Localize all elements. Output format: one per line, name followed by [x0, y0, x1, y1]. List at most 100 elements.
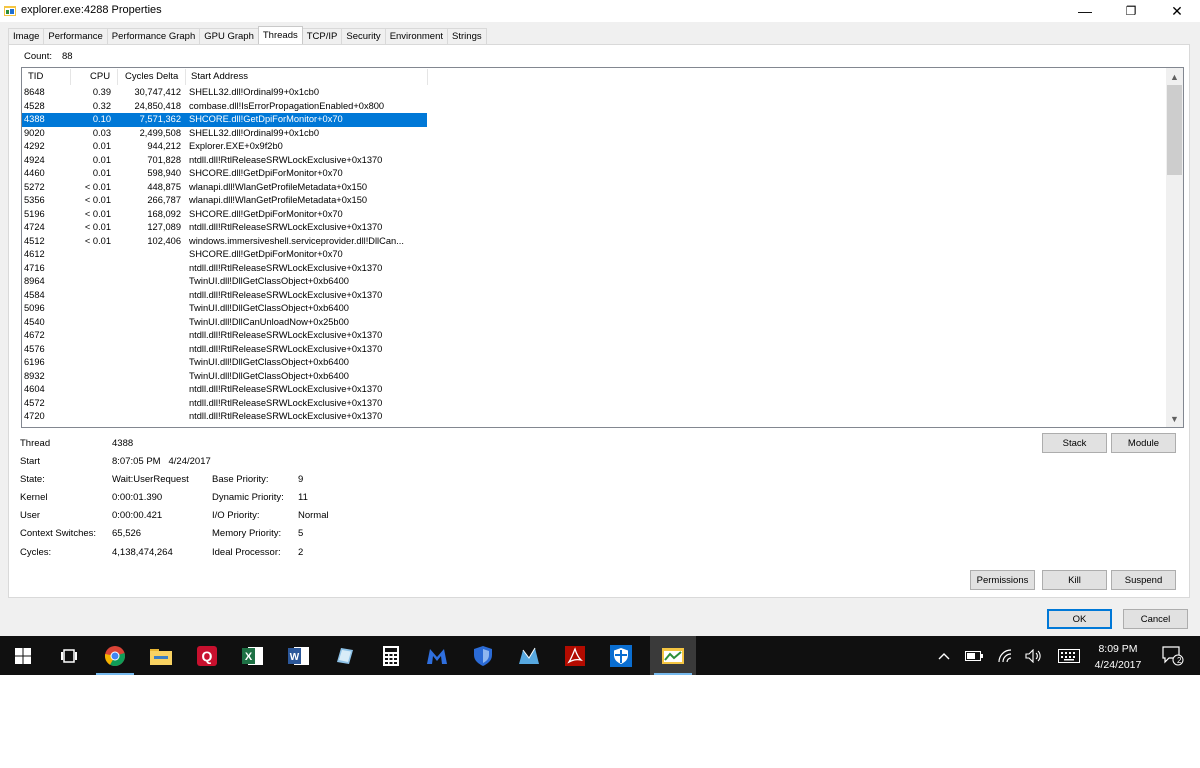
- column-divider[interactable]: [185, 69, 186, 85]
- volume-icon[interactable]: [1022, 636, 1046, 675]
- table-row[interactable]: 4528 0.32 24,850,418 combase.dll!IsErrorPro…: [22, 100, 427, 114]
- table-row[interactable]: 5096 TwinUI.dll!DllGetClassObject+0xb6400: [22, 302, 427, 316]
- process-explorer-icon[interactable]: [650, 636, 696, 675]
- cell-start-address: SHCORE.dll!GetDpiForMonitor+0x70: [189, 208, 343, 219]
- table-row[interactable]: 4460 0.01 598,940 SHCORE.dll!GetDpiForMonit…: [22, 167, 427, 181]
- kernel-value: 0:00:01.390: [112, 492, 163, 503]
- table-row[interactable]: 4716 ntdll.dll!RtlReleaseSRWLockExclusive…: [22, 262, 427, 276]
- tab-environment[interactable]: Environment: [384, 28, 449, 44]
- table-row[interactable]: 4512 < 0.01 102,406 windows.immersiveshell.…: [22, 235, 427, 249]
- tab-performance-graph[interactable]: Performance Graph: [106, 28, 201, 44]
- excel-icon[interactable]: X: [230, 636, 276, 675]
- table-row[interactable]: 5196 < 0.01 168,092 SHCORE.dll!GetDpiForMon…: [22, 208, 427, 222]
- cell-tid: 5196: [24, 208, 45, 219]
- cell-start-address: ntdll.dll!RtlReleaseSRWLockExclusive+0x1…: [189, 330, 383, 340]
- tab-security[interactable]: Security: [341, 28, 386, 44]
- cell-cycles-delta: 2,499,508: [139, 127, 181, 138]
- table-row[interactable]: 4292 0.01 944,212 Explorer.EXE+0x9f2b0: [22, 140, 427, 154]
- table-row[interactable]: 4924 0.01 701,828 ntdll.dll!RtlReleaseSRWLo…: [22, 154, 427, 168]
- file-explorer-icon[interactable]: [138, 636, 184, 675]
- tab-strings[interactable]: Strings: [447, 28, 487, 44]
- cell-tid: 4292: [24, 141, 45, 151]
- start-value: 8:07:05 PM 4/24/2017: [112, 456, 211, 467]
- calculator-icon[interactable]: [368, 636, 414, 675]
- table-row[interactable]: 4584 ntdll.dll!RtlReleaseSRWLockExclusive…: [22, 289, 427, 303]
- table-row[interactable]: 6196 TwinUI.dll!DllGetClassObject+0xb6400: [22, 356, 427, 370]
- tab-image[interactable]: Image: [8, 28, 45, 44]
- suspend-button[interactable]: Suspend: [1111, 570, 1176, 590]
- scrollbar-thumb[interactable]: [1167, 85, 1182, 175]
- module-button[interactable]: Module: [1111, 433, 1176, 453]
- minimize-button[interactable]: —: [1062, 0, 1108, 22]
- cell-start-address: TwinUI.dll!DllGetClassObject+0xb6400: [189, 276, 349, 286]
- quicken-icon[interactable]: Q: [184, 636, 230, 675]
- table-row[interactable]: 5356 < 0.01 266,787 wlanapi.dll!WlanGetProf…: [22, 194, 427, 208]
- table-row[interactable]: 4576 ntdll.dll!RtlReleaseSRWLockExclusive…: [22, 343, 427, 357]
- table-row[interactable]: 4388 0.10 7,571,362 SHCORE.dll!GetDpiForMon…: [22, 113, 427, 127]
- network-icon[interactable]: [506, 636, 552, 675]
- kill-button[interactable]: Kill: [1042, 570, 1107, 590]
- keyboard-icon[interactable]: [1054, 636, 1084, 675]
- table-row[interactable]: 4604 ntdll.dll!RtlReleaseSRWLockExclusive…: [22, 383, 427, 397]
- title-bar[interactable]: explorer.exe:4288 Properties — ❐ ✕: [0, 0, 1200, 22]
- close-button[interactable]: ✕: [1154, 0, 1200, 22]
- word-icon[interactable]: W: [276, 636, 322, 675]
- acrobat-icon[interactable]: [552, 636, 598, 675]
- cell-tid: 4528: [24, 100, 45, 111]
- table-row[interactable]: 8964 TwinUI.dll!DllGetClassObject+0xb6400: [22, 275, 427, 289]
- cell-start-address: TwinUI.dll!DllGetClassObject+0xb6400: [189, 357, 349, 367]
- tab-performance[interactable]: Performance: [43, 28, 108, 44]
- tab-threads[interactable]: Threads: [257, 26, 303, 44]
- cell-start-address: SHELL32.dll!Ordinal99+0x1cb0: [189, 87, 319, 97]
- table-row[interactable]: 4720 ntdll.dll!RtlReleaseSRWLockExclusive…: [22, 410, 427, 424]
- column-divider[interactable]: [70, 69, 71, 85]
- column-header-cycles-delta[interactable]: Cycles Delta: [125, 71, 178, 82]
- scroll-up-arrow-icon[interactable]: ▲: [1166, 68, 1183, 85]
- security-shield-icon[interactable]: [598, 636, 644, 675]
- start-icon[interactable]: [0, 636, 46, 675]
- column-divider[interactable]: [427, 69, 428, 85]
- show-hidden-icons-chevron-icon[interactable]: [934, 636, 954, 675]
- chrome-icon[interactable]: [92, 636, 138, 675]
- stack-button[interactable]: Stack: [1042, 433, 1107, 453]
- thread-list[interactable]: TID CPU ˇ Cycles Delta Start Address 864…: [21, 67, 1184, 428]
- table-row[interactable]: 4724 < 0.01 127,089 ntdll.dll!RtlReleaseSRW…: [22, 221, 427, 235]
- vertical-scrollbar[interactable]: ▲ ▼: [1166, 68, 1183, 427]
- permissions-button[interactable]: Permissions: [970, 570, 1035, 590]
- svg-text:X: X: [245, 651, 253, 663]
- table-row[interactable]: 8648 0.39 30,747,412 SHELL32.dll!Ordinal99+…: [22, 86, 427, 100]
- tab-tcp-ip[interactable]: TCP/IP: [301, 28, 343, 44]
- tab-strip: Image Performance Performance Graph GPU Gra…: [8, 26, 487, 44]
- defender-icon[interactable]: [460, 636, 506, 675]
- scroll-down-arrow-icon[interactable]: ▼: [1166, 410, 1183, 427]
- table-row[interactable]: 4540 TwinUI.dll!DllCanUnloadNow+0x25b00: [22, 316, 427, 330]
- table-row[interactable]: 9020 0.03 2,499,508 SHELL32.dll!Ordinal99+0…: [22, 127, 427, 141]
- cancel-button[interactable]: Cancel: [1123, 609, 1188, 629]
- table-row[interactable]: 4672 ntdll.dll!RtlReleaseSRWLockExclusive…: [22, 329, 427, 343]
- notification-count-badge: 2: [1177, 656, 1182, 665]
- table-row[interactable]: 4612 SHCORE.dll!GetDpiForMonitor+0x70: [22, 248, 427, 262]
- cell-start-address: SHELL32.dll!Ordinal99+0x1cb0: [189, 127, 319, 138]
- maximize-button[interactable]: ❐: [1108, 0, 1154, 22]
- column-header-start-address[interactable]: Start Address: [191, 71, 248, 82]
- battery-icon[interactable]: [962, 636, 986, 675]
- tab-gpu-graph[interactable]: GPU Graph: [199, 28, 259, 44]
- table-row[interactable]: 8932 TwinUI.dll!DllGetClassObject+0xb6400: [22, 370, 427, 384]
- cell-cpu: < 0.01: [84, 208, 111, 219]
- column-divider[interactable]: [117, 69, 118, 85]
- column-header-tid[interactable]: TID: [28, 71, 43, 82]
- malwarebytes-icon[interactable]: [414, 636, 460, 675]
- cell-start-address: SHCORE.dll!GetDpiForMonitor+0x70: [189, 114, 343, 124]
- table-row[interactable]: 4572 ntdll.dll!RtlReleaseSRWLockExclusive…: [22, 397, 427, 411]
- memory-priority-value: 5: [298, 528, 304, 539]
- notepad-icon[interactable]: [322, 636, 368, 675]
- taskbar-clock[interactable]: 8:09 PM 4/24/2017: [1088, 641, 1148, 673]
- wifi-icon[interactable]: [994, 636, 1018, 675]
- cell-tid: 4512: [24, 235, 45, 246]
- task-view-icon[interactable]: [46, 636, 92, 675]
- ok-button[interactable]: OK: [1047, 609, 1112, 629]
- svg-text:W: W: [290, 652, 300, 663]
- table-row[interactable]: 5272 < 0.01 448,875 wlanapi.dll!WlanGetProf…: [22, 181, 427, 195]
- cell-start-address: ntdll.dll!RtlReleaseSRWLockExclusive+0x1…: [189, 384, 383, 394]
- action-center-icon[interactable]: 2: [1158, 636, 1188, 675]
